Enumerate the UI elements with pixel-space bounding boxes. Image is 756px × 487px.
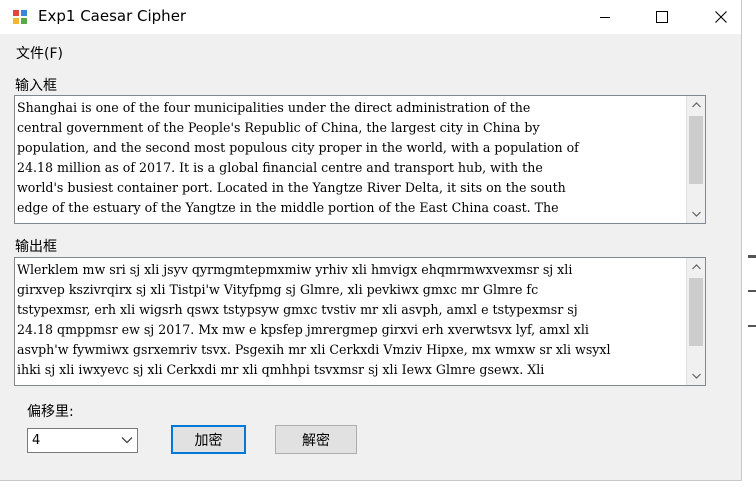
output-scrollbar[interactable] [686,258,705,385]
output-scroll-thumb[interactable] [689,278,703,346]
output-textbox[interactable]: Wlerklem mw sri sj xli jsyv qyrmgmtepmxm… [14,257,706,386]
app-window: Exp1 Caesar Cipher 文件(F) 输入框 Shanghai is… [0,0,742,481]
output-line: girxvep kszivrqirx sj xli Tistpi'w Vityf… [17,282,539,297]
minimize-button[interactable] [582,0,628,34]
menu-file[interactable]: 文件(F) [12,42,67,64]
shift-label: 偏移里: [27,404,74,420]
output-line: Wlerklem mw sri sj xli jsyv qyrmgmtepmxm… [17,262,573,277]
scroll-up-arrow-icon[interactable] [687,96,705,114]
window-title: Exp1 Caesar Cipher [38,7,187,25]
background-edge [748,290,756,292]
shift-value: 4 [32,433,41,448]
input-scroll-thumb[interactable] [689,116,703,184]
input-line: edge of the estuary of the Yangtze in th… [17,200,559,215]
output-label: 输出框 [15,239,57,255]
scroll-up-arrow-icon[interactable] [687,258,705,276]
output-line: ihki sj xli iwxyevc sj xli Cerkxdi mr xl… [17,362,545,377]
menu-bar: 文件(F) [0,38,741,66]
output-text: Wlerklem mw sri sj xli jsyv qyrmgmtepmxm… [17,260,685,385]
output-line: tstypexmsr, erh xli wigsrh qswx tstypsyw… [17,302,578,317]
title-bar[interactable]: Exp1 Caesar Cipher [0,0,741,34]
input-line: Shanghai is one of the four municipaliti… [17,100,531,115]
scroll-down-arrow-icon[interactable] [687,205,705,223]
background-edge [748,325,756,327]
output-line: asvph'w fywmiwx gsrxemriv tsvx. Psgexih … [17,342,611,357]
chevron-down-icon[interactable] [121,436,133,444]
shift-combobox[interactable]: 4 [27,428,138,453]
output-line: 24.18 qmppmsr ew sj 2017. Mx mw e kpsfep… [17,322,589,337]
input-text: Shanghai is one of the four municipaliti… [17,98,685,223]
close-button[interactable] [698,0,744,34]
input-line: world's busiest container port. Located … [17,180,566,195]
input-line: population, and the second most populous… [17,140,579,155]
close-icon [715,11,727,23]
encrypt-button[interactable]: 加密 [171,425,246,454]
decrypt-button[interactable]: 解密 [275,425,357,454]
input-scrollbar[interactable] [686,96,705,223]
background-edge [748,255,756,258]
maximize-icon [656,11,668,23]
scroll-down-arrow-icon[interactable] [687,367,705,385]
input-line: central government of the People's Repub… [17,120,540,135]
maximize-button[interactable] [639,0,685,34]
input-line: 24.18 million as of 2017. It is a global… [17,160,543,175]
app-icon [13,10,27,24]
input-label: 输入框 [15,78,57,94]
input-textbox[interactable]: Shanghai is one of the four municipaliti… [14,95,706,224]
minimize-icon [600,17,610,18]
